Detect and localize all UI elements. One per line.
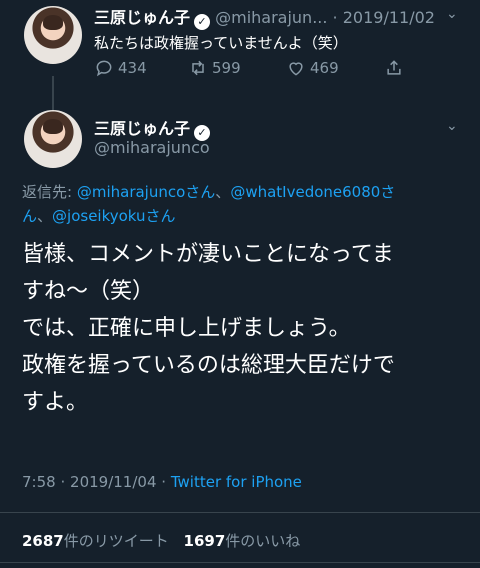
reply-to-user-link[interactable]: @whatIvedone6080さ <box>230 183 395 201</box>
separator: 、 <box>215 183 231 201</box>
tweet-text-line: では、正確に申し上げましょう。 <box>22 316 351 341</box>
avatar[interactable] <box>24 110 82 168</box>
author-handle[interactable]: @miharajunco <box>94 138 210 157</box>
like-stat-label: 件のいいね <box>225 532 301 550</box>
tweet-meta: 7:58 · 2019/11/04 · Twitter for iPhone <box>22 473 302 491</box>
like-total: 1697 <box>183 532 226 550</box>
separator: · <box>332 8 338 27</box>
reply-to-user-link[interactable]: @joseikyokuさん <box>52 207 176 225</box>
author-name[interactable]: 三原じゅん子 <box>94 119 190 138</box>
retweet-icon <box>192 60 204 76</box>
share-icon <box>387 60 401 75</box>
separator: · <box>60 473 66 491</box>
thread-connector <box>52 76 54 110</box>
retweet-stat-label: 件のリツイート <box>63 532 169 550</box>
divider <box>0 512 480 513</box>
tweet-source-link[interactable]: Twitter for iPhone <box>171 473 302 491</box>
share-button[interactable] <box>384 58 404 78</box>
tweet-date: 2019/11/04 <box>70 473 157 491</box>
tweet-text-line: すね〜（笑） <box>22 279 155 304</box>
retweet-stat[interactable]: 2687件のリツイート <box>22 532 169 550</box>
tweet-body: 皆様、コメントが凄いことになってま すね〜（笑） では、正確に申し上げましょう。… <box>22 236 472 421</box>
like-button[interactable]: 469 <box>286 58 339 78</box>
divider <box>0 562 480 563</box>
chevron-down-icon[interactable]: ⌄ <box>446 118 458 134</box>
tweet-text-line: 皆様、コメントが凄いことになってま <box>22 242 394 267</box>
engagement-stats: 2687件のリツイート 1697件のいいね <box>22 530 300 551</box>
reply-to-label: 返信先: <box>22 183 73 201</box>
separator: · <box>161 473 167 491</box>
author-name[interactable]: 三原じゅん子 <box>94 8 190 27</box>
reply-icon <box>96 60 112 77</box>
retweet-total: 2687 <box>22 532 64 550</box>
tweet-text: 私たちは政権握っていませんよ（笑） <box>94 34 348 52</box>
verified-badge-icon: ✓ <box>194 14 211 30</box>
avatar[interactable] <box>24 6 82 64</box>
like-count: 469 <box>310 59 339 77</box>
reply-button[interactable]: 434 <box>94 58 147 78</box>
chevron-down-icon[interactable]: ⌄ <box>446 6 458 22</box>
author-handle[interactable]: @miharajun... <box>215 8 327 27</box>
retweet-button[interactable]: 599 <box>188 58 241 78</box>
heart-icon <box>289 62 303 76</box>
tweet-date[interactable]: 2019/11/02 <box>343 8 435 27</box>
tweet-text-line: すよ。 <box>22 390 89 415</box>
separator: 、 <box>37 207 53 225</box>
reply-to-user-link[interactable]: @miharajuncoさん <box>77 183 215 201</box>
tweet-time: 7:58 <box>22 473 56 491</box>
like-stat[interactable]: 1697件のいいね <box>184 532 301 550</box>
reply-to-line: 返信先: @miharajuncoさん、@whatIvedone6080さ ん、@… <box>22 180 462 228</box>
reply-to-user-link-cont[interactable]: ん <box>22 207 37 225</box>
retweet-count: 599 <box>212 59 241 77</box>
tweet-text-line: 政権を握っているのは総理大臣だけで <box>22 353 395 378</box>
reply-count: 434 <box>118 59 147 77</box>
